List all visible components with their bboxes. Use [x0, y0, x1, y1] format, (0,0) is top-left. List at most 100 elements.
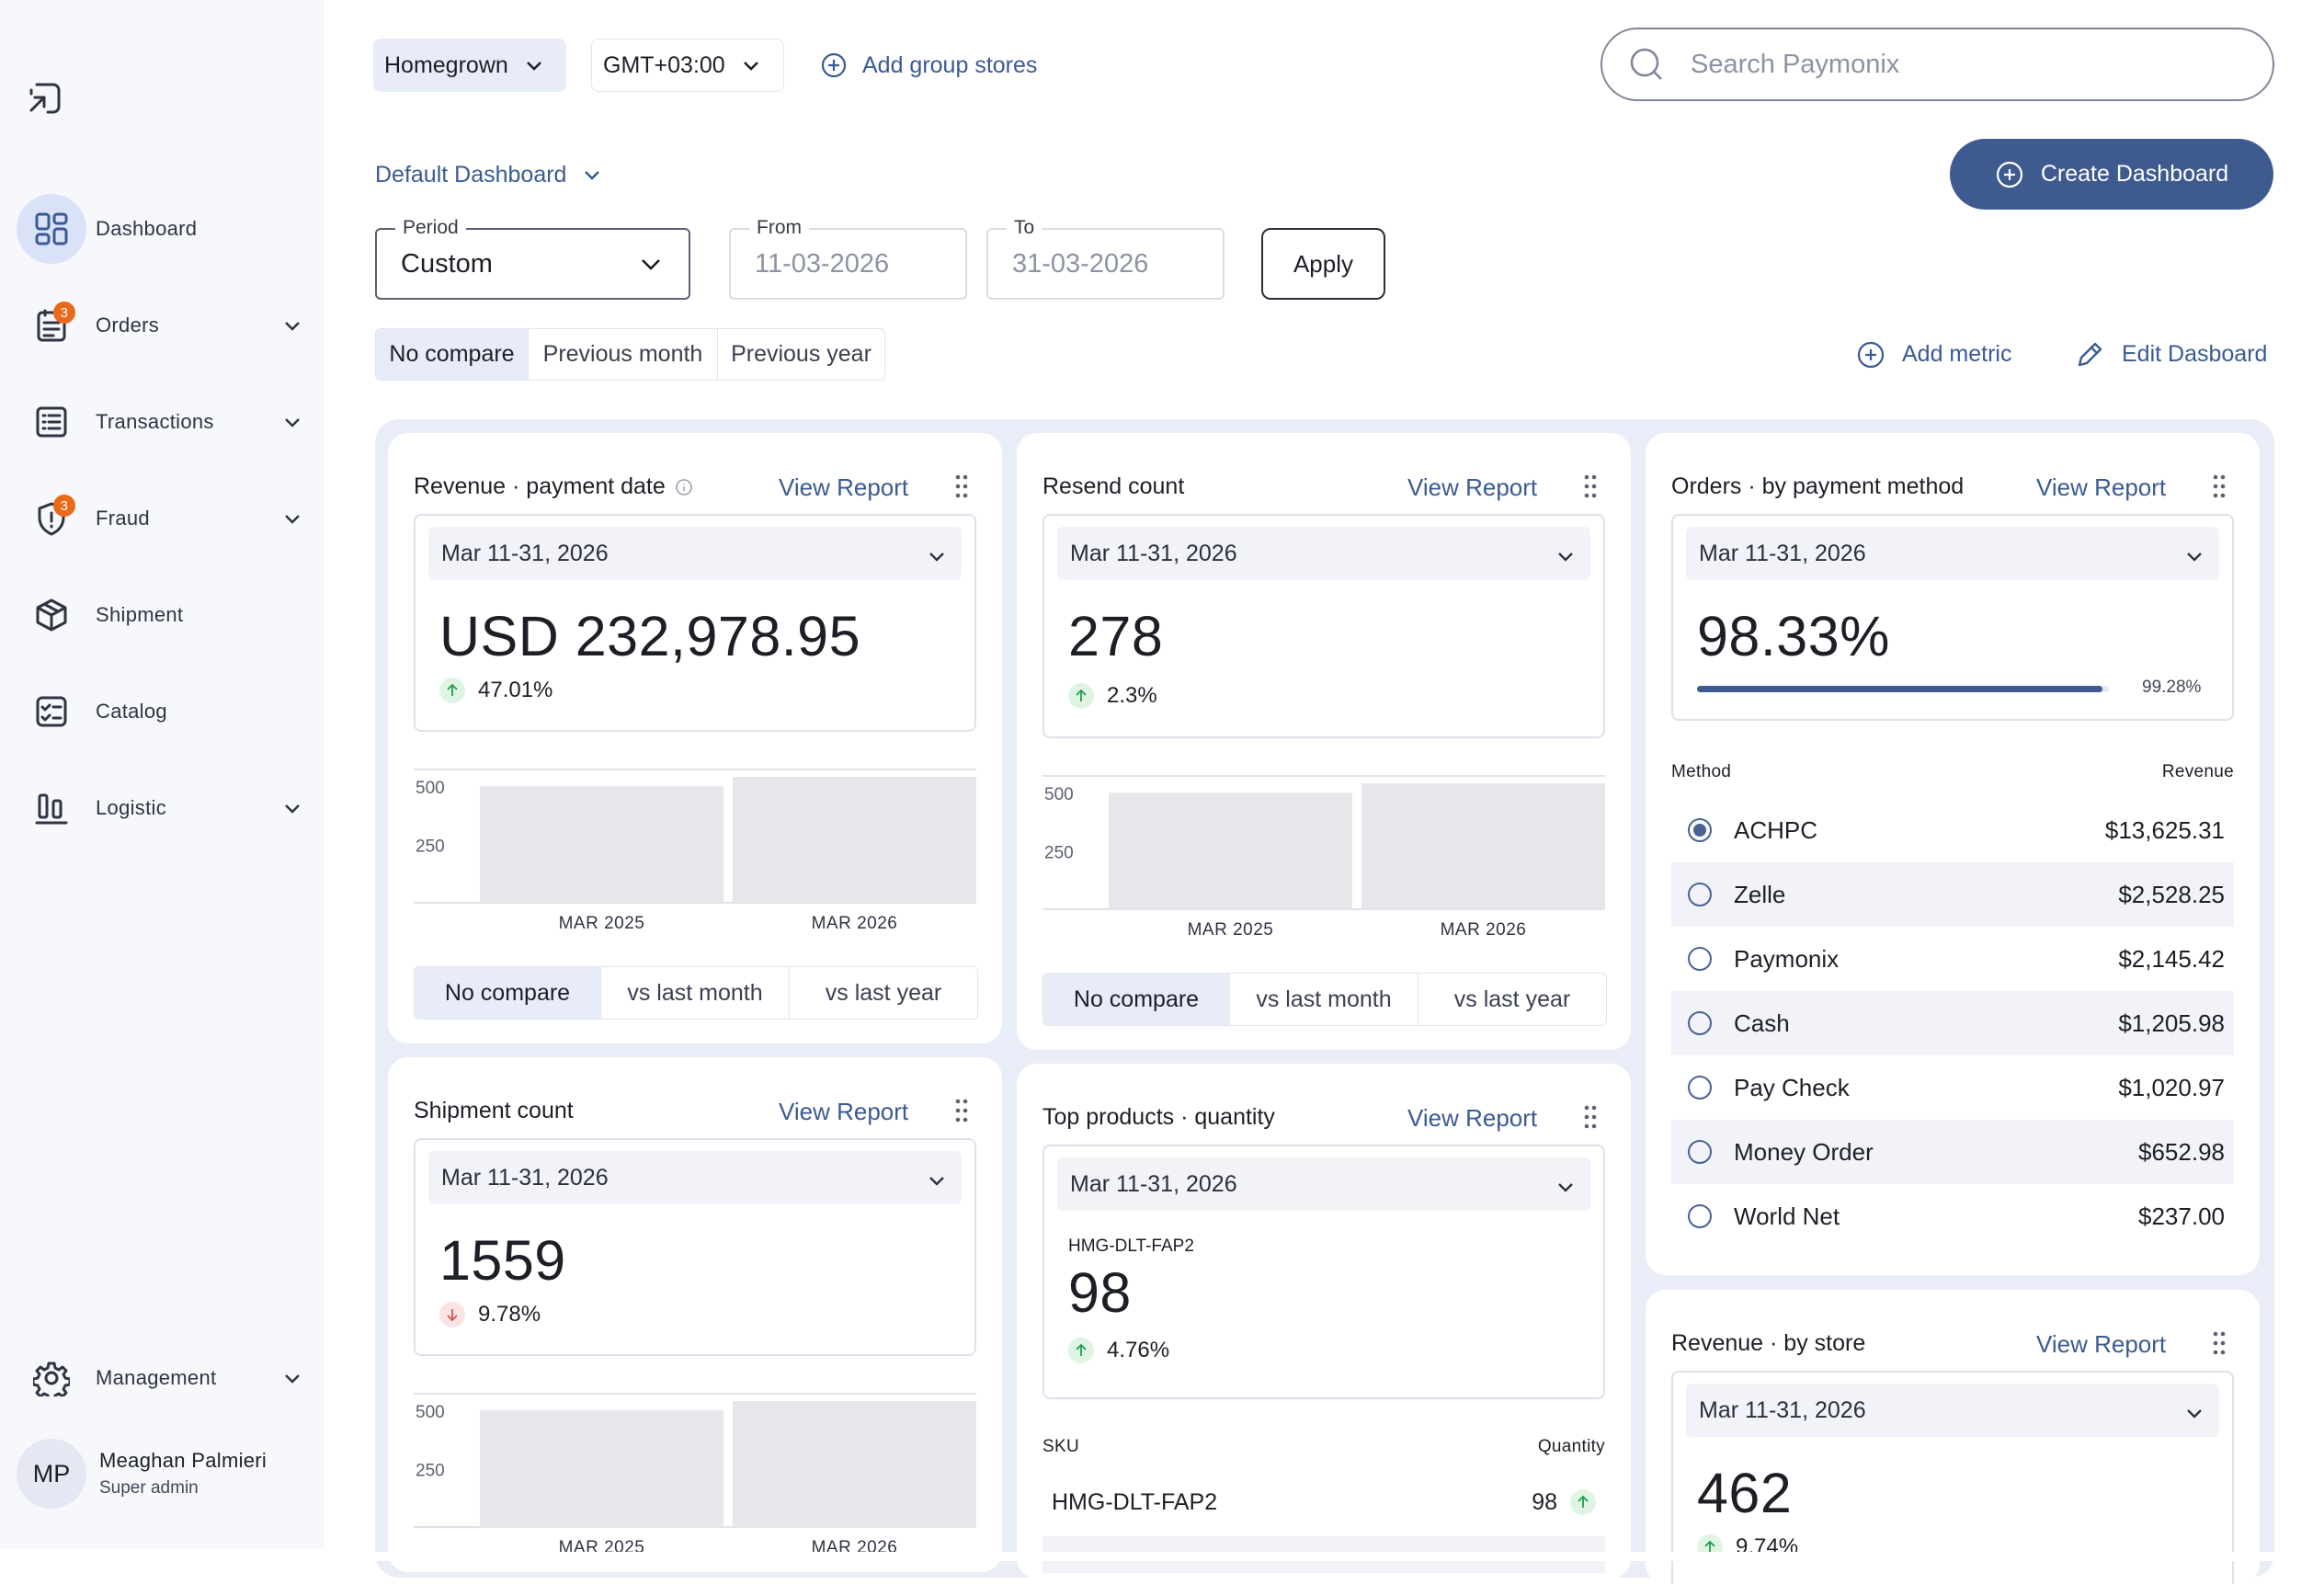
- add-metric-button[interactable]: Add metric: [1845, 328, 2022, 381]
- drag-handle-icon[interactable]: [1583, 474, 1598, 498]
- radio-icon[interactable]: [1688, 1204, 1712, 1228]
- radio-selected-icon[interactable]: [1688, 818, 1712, 842]
- view-report-link[interactable]: View Report: [1407, 473, 1537, 502]
- fraud-badge: 3: [53, 495, 75, 517]
- period-label: Period: [395, 217, 466, 239]
- edit-dashboard-button[interactable]: Edit Dasboard: [2063, 328, 2278, 381]
- to-value: 31-03-2026: [1012, 248, 1149, 279]
- chevron-down-icon[interactable]: [281, 1367, 303, 1389]
- compare-no-compare[interactable]: No compare: [376, 329, 529, 380]
- drag-handle-icon[interactable]: [2212, 1331, 2227, 1355]
- orders-badge: 3: [53, 302, 75, 324]
- chevron-down-icon: [1558, 1183, 1573, 1192]
- sidebar-item-orders[interactable]: 3 Orders: [17, 291, 311, 360]
- timezone-dropdown[interactable]: GMT+03:00: [591, 39, 784, 92]
- date-range-dropdown[interactable]: Mar 11-31, 2026: [428, 1151, 962, 1204]
- date-range-label: Mar 11-31, 2026: [1070, 1170, 1237, 1197]
- chevron-down-icon[interactable]: [281, 507, 303, 530]
- bar: [1361, 783, 1605, 909]
- payment-method-row[interactable]: Money Order $652.98: [1671, 1120, 2234, 1184]
- to-date-field[interactable]: To 31-03-2026: [986, 217, 1225, 300]
- card-compare-last-month[interactable]: vs last month: [601, 967, 790, 1019]
- card-compare-last-year[interactable]: vs last year: [1418, 974, 1606, 1025]
- date-range-label: Mar 11-31, 2026: [441, 1164, 609, 1191]
- radio-icon[interactable]: [1688, 947, 1712, 971]
- add-group-stores-button[interactable]: Add group stores: [809, 39, 1048, 92]
- view-report-link[interactable]: View Report: [2036, 473, 2166, 502]
- radio-icon[interactable]: [1688, 883, 1712, 906]
- compare-previous-year[interactable]: Previous year: [718, 329, 884, 380]
- user-profile[interactable]: MP Meaghan Palmieri Super admin: [17, 1439, 267, 1509]
- chevron-down-icon[interactable]: [281, 411, 303, 433]
- date-range-dropdown[interactable]: Mar 11-31, 2026: [428, 527, 962, 580]
- date-range-dropdown[interactable]: Mar 11-31, 2026: [1057, 1157, 1590, 1211]
- user-role: Super admin: [99, 1478, 199, 1498]
- radio-icon[interactable]: [1688, 1140, 1712, 1164]
- view-report-link[interactable]: View Report: [2036, 1330, 2166, 1359]
- store-dropdown[interactable]: Homegrown: [373, 39, 566, 92]
- search-input[interactable]: Search Paymonix: [1601, 28, 2274, 101]
- sidebar-item-shipment[interactable]: Shipment: [17, 580, 311, 650]
- catalog-icon: [17, 677, 86, 746]
- payment-method-row[interactable]: Cash $1,205.98: [1671, 991, 2234, 1055]
- logo-icon[interactable]: [24, 77, 64, 118]
- method-name: Paymonix: [1734, 944, 1840, 973]
- card-compare-last-year[interactable]: vs last year: [790, 967, 977, 1019]
- sidebar-item-transactions[interactable]: Transactions: [17, 387, 311, 457]
- view-report-link[interactable]: View Report: [779, 473, 908, 502]
- chevron-down-icon: [929, 1177, 944, 1186]
- user-name: Meaghan Palmieri: [99, 1449, 268, 1472]
- payment-method-row[interactable]: ACHPC $13,625.31: [1671, 798, 2234, 862]
- info-icon[interactable]: [675, 478, 693, 496]
- date-range-dropdown[interactable]: Mar 11-31, 2026: [1686, 1384, 2219, 1437]
- search-placeholder: Search Paymonix: [1691, 49, 1900, 79]
- plus-circle-icon: [1996, 161, 2022, 188]
- compare-previous-month[interactable]: Previous month: [529, 329, 718, 380]
- sidebar-item-fraud[interactable]: 3 Fraud: [17, 484, 311, 553]
- sidebar-item-catalog[interactable]: Catalog: [17, 677, 311, 746]
- payment-method-row[interactable]: Pay Check $1,020.97: [1671, 1055, 2234, 1120]
- chevron-down-icon[interactable]: [281, 797, 303, 819]
- drag-handle-icon[interactable]: [1583, 1105, 1598, 1129]
- y-tick-label: 250: [416, 1462, 445, 1481]
- view-report-link[interactable]: View Report: [1407, 1104, 1537, 1133]
- sidebar-item-dashboard[interactable]: Dashboard: [17, 194, 311, 264]
- table-row[interactable]: HMG-DLT-FAP2 98: [1042, 1474, 1605, 1531]
- drag-handle-icon[interactable]: [954, 474, 969, 498]
- radio-icon[interactable]: [1688, 1011, 1712, 1035]
- chevron-down-icon: [585, 171, 600, 180]
- card-compare-no-compare[interactable]: No compare: [415, 967, 601, 1019]
- payment-method-row[interactable]: World Net $237.00: [1671, 1184, 2234, 1248]
- apply-button[interactable]: Apply: [1261, 228, 1385, 300]
- dashboard-selector[interactable]: Default Dashboard: [364, 147, 614, 202]
- chevron-down-icon[interactable]: [281, 314, 303, 336]
- sidebar-item-management[interactable]: Management: [17, 1343, 311, 1413]
- card-compare-last-month[interactable]: vs last month: [1230, 974, 1418, 1025]
- card-title: Revenue · payment date: [414, 473, 693, 500]
- metric-delta-value: 47.01%: [478, 678, 553, 702]
- view-report-link[interactable]: View Report: [779, 1098, 908, 1126]
- card-title: Top products · quantity: [1042, 1104, 1275, 1131]
- period-select[interactable]: Period Custom: [375, 217, 690, 300]
- radio-icon[interactable]: [1688, 1076, 1712, 1100]
- from-date-field[interactable]: From 11-03-2026: [729, 217, 967, 300]
- payment-method-row[interactable]: Zelle $2,528.25: [1671, 862, 2234, 927]
- method-revenue: $2,528.25: [2118, 880, 2225, 908]
- metric-box: Mar 11-31, 2026 HMG-DLT-FAP2 98 4.76%: [1042, 1145, 1605, 1399]
- add-group-stores-label: Add group stores: [862, 51, 1038, 78]
- card-title: Orders · by payment method: [1671, 473, 1964, 500]
- sidebar-item-logistic[interactable]: Logistic: [17, 773, 311, 843]
- orders-icon: 3: [17, 291, 86, 360]
- date-range-label: Mar 11-31, 2026: [1699, 540, 1866, 566]
- payment-method-row[interactable]: Paymonix $2,145.42: [1671, 927, 2234, 991]
- to-label: To: [1007, 217, 1042, 239]
- create-dashboard-button[interactable]: Create Dashboard: [1950, 139, 2273, 210]
- y-tick-label: 250: [416, 838, 445, 857]
- drag-handle-icon[interactable]: [2212, 474, 2227, 498]
- method-name: Money Order: [1734, 1137, 1874, 1166]
- date-range-dropdown[interactable]: Mar 11-31, 2026: [1057, 527, 1590, 580]
- card-compare-no-compare[interactable]: No compare: [1043, 974, 1230, 1025]
- drag-handle-icon[interactable]: [954, 1099, 969, 1122]
- arrow-up-icon: [1570, 1489, 1596, 1515]
- date-range-dropdown[interactable]: Mar 11-31, 2026: [1686, 527, 2219, 580]
